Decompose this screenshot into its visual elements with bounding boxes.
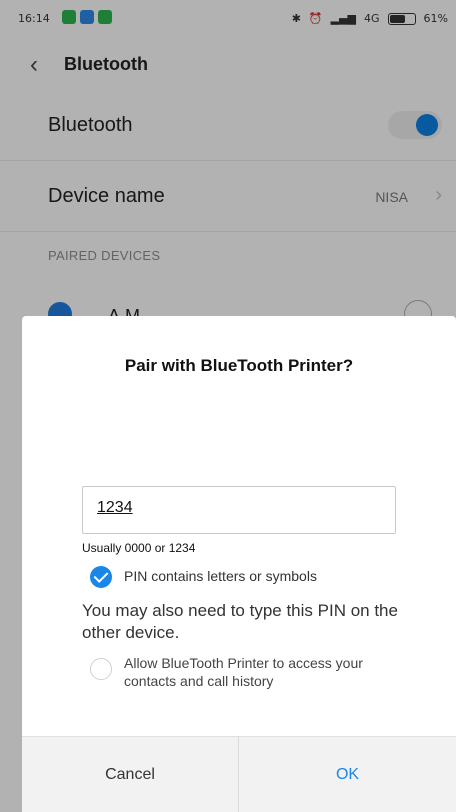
pin-input[interactable]: 1234 bbox=[82, 486, 396, 534]
dialog-title: Pair with BlueTooth Printer? bbox=[124, 356, 354, 375]
allow-access-label: Allow BlueTooth Printer to access your c… bbox=[124, 655, 363, 689]
allow-access-option[interactable]: Allow BlueTooth Printer to access your c… bbox=[90, 654, 384, 690]
checkbox-unchecked-icon[interactable] bbox=[90, 658, 112, 680]
checkbox-checked-icon[interactable] bbox=[90, 566, 112, 588]
screen: 16:14 ✱ ⏰ ▂▄▆ 4G 61% ‹ Bluetooth Bluetoo… bbox=[0, 0, 456, 812]
pin-letters-option[interactable]: PIN contains letters or symbols bbox=[90, 566, 317, 588]
ok-button[interactable]: OK bbox=[239, 737, 456, 812]
pin-info-text: You may also need to type this PIN on th… bbox=[82, 601, 398, 642]
pin-letters-label: PIN contains letters or symbols bbox=[124, 568, 317, 584]
pin-hint: Usually 0000 or 1234 bbox=[82, 541, 196, 555]
cancel-button[interactable]: Cancel bbox=[22, 737, 238, 812]
pairing-dialog: Pair with BlueTooth Printer? 1234 Usuall… bbox=[22, 316, 456, 812]
dialog-footer: Cancel OK bbox=[22, 736, 456, 812]
